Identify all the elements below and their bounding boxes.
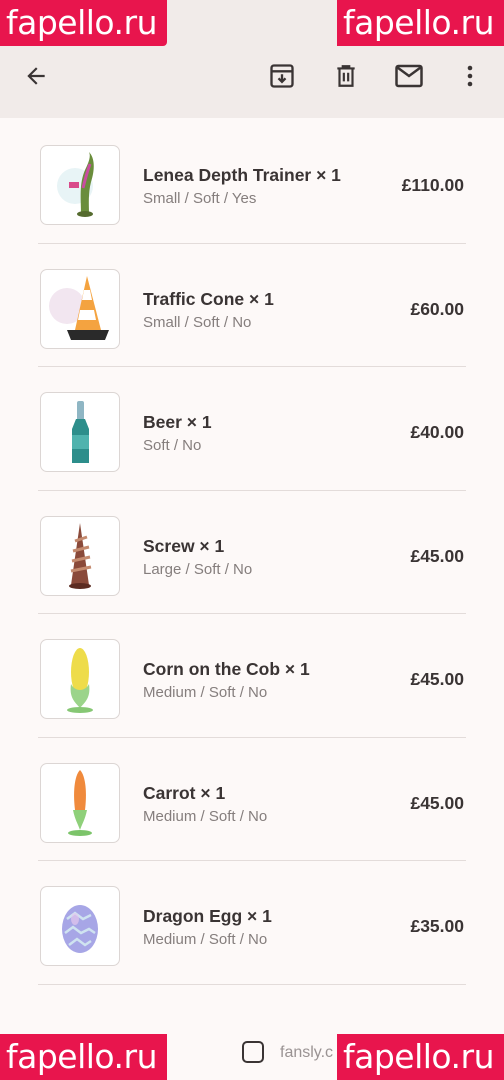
archive-icon bbox=[270, 64, 294, 88]
bottle-product-icon bbox=[72, 401, 89, 463]
item-price: £60.00 bbox=[410, 298, 464, 319]
order-items-list: Lenea Depth Trainer × 1 Small / Soft / Y… bbox=[0, 120, 504, 985]
list-item[interactable]: Lenea Depth Trainer × 1 Small / Soft / Y… bbox=[38, 120, 466, 244]
list-item[interactable]: Screw × 1 Large / Soft / No £45.00 bbox=[38, 491, 466, 614]
item-options: Large / Soft / No bbox=[143, 560, 253, 578]
item-options: Soft / No bbox=[143, 437, 202, 454]
item-price: £110.00 bbox=[401, 175, 464, 195]
item-price: £45.00 bbox=[410, 545, 464, 566]
watermark: fapello.ru bbox=[336, 0, 504, 46]
archive-button[interactable] bbox=[264, 58, 300, 94]
item-title: Carrot × 1 bbox=[143, 782, 226, 803]
item-options: Medium / Soft / No bbox=[143, 684, 268, 701]
item-price: £45.00 bbox=[410, 792, 464, 813]
more-options-button[interactable] bbox=[452, 58, 488, 94]
product-thumbnail bbox=[40, 145, 120, 225]
product-thumbnail bbox=[40, 268, 120, 349]
delete-button[interactable] bbox=[328, 58, 364, 94]
item-title: Beer × 1 bbox=[143, 412, 212, 432]
screw-product-icon bbox=[69, 522, 92, 589]
home-button[interactable] bbox=[242, 1041, 264, 1063]
list-item[interactable]: Beer × 1 Soft / No £40.00 bbox=[38, 367, 466, 491]
product-thumbnail bbox=[40, 886, 120, 966]
watermark: fapello.ru bbox=[0, 0, 168, 46]
item-title: Lenea Depth Trainer × 1 bbox=[143, 165, 341, 185]
list-item[interactable]: Corn on the Cob × 1 Medium / Soft / No £… bbox=[38, 614, 466, 738]
tentacle-product-icon bbox=[57, 152, 94, 217]
arrow-back-icon bbox=[27, 67, 45, 85]
cone-product-icon bbox=[49, 275, 109, 340]
carrot-product-icon bbox=[68, 769, 92, 836]
more-vert-icon bbox=[467, 65, 473, 87]
corn-product-icon bbox=[67, 648, 93, 713]
item-price: £35.00 bbox=[410, 916, 464, 936]
back-button[interactable] bbox=[18, 58, 54, 94]
product-thumbnail bbox=[40, 392, 120, 472]
footer-text: fansly.c bbox=[280, 1044, 334, 1061]
item-title: Corn on the Cob × 1 bbox=[143, 659, 310, 679]
divider bbox=[38, 983, 466, 985]
item-options: Medium / Soft / No bbox=[143, 807, 268, 825]
item-price: £45.00 bbox=[410, 669, 464, 689]
egg-product-icon bbox=[62, 905, 98, 953]
item-title: Dragon Egg × 1 bbox=[143, 906, 272, 926]
list-item[interactable]: Carrot × 1 Medium / Soft / No £45.00 bbox=[38, 738, 466, 861]
item-title: Traffic Cone × 1 bbox=[143, 288, 274, 309]
item-options: Medium / Soft / No bbox=[143, 931, 268, 948]
product-thumbnail bbox=[40, 639, 120, 719]
item-title: Screw × 1 bbox=[143, 535, 225, 556]
product-thumbnail bbox=[40, 762, 120, 843]
item-options: Small / Soft / Yes bbox=[143, 190, 257, 207]
watermark: fapello.ru bbox=[0, 1034, 168, 1080]
mail-button[interactable] bbox=[391, 58, 427, 94]
item-options: Small / Soft / No bbox=[143, 313, 252, 331]
watermark: fapello.ru bbox=[336, 1034, 504, 1080]
item-price: £40.00 bbox=[410, 422, 464, 442]
trash-icon bbox=[337, 65, 355, 87]
product-thumbnail bbox=[40, 515, 120, 596]
mail-icon bbox=[395, 64, 423, 88]
list-item[interactable]: Dragon Egg × 1 Medium / Soft / No £35.00 bbox=[38, 861, 466, 985]
list-item[interactable]: Traffic Cone × 1 Small / Soft / No £60.0… bbox=[38, 244, 466, 367]
